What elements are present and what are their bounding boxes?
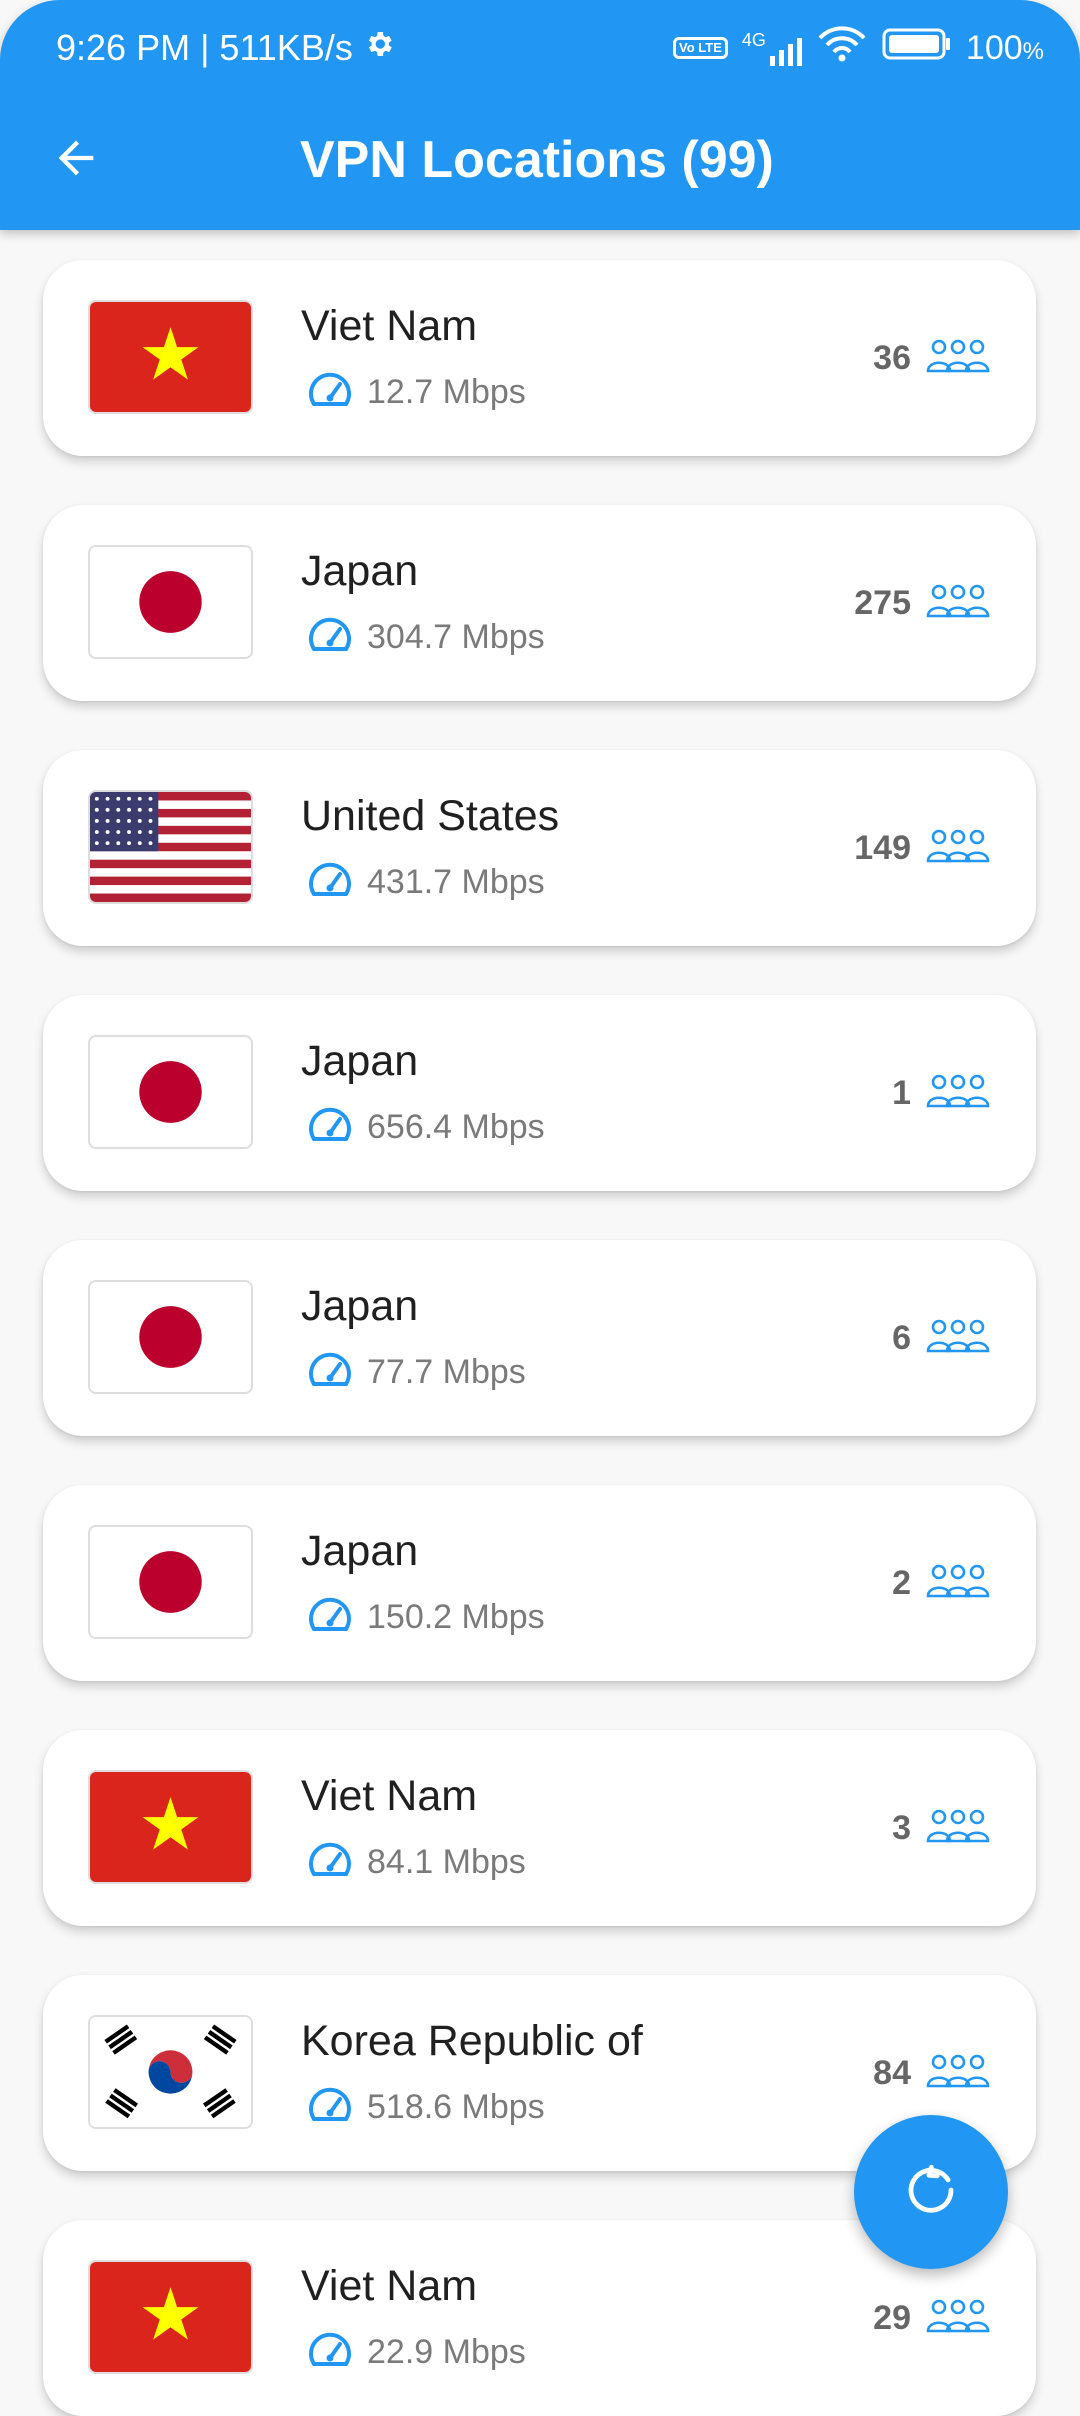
users-group-icon [925, 1318, 991, 1359]
country-name: Viet Nam [301, 2262, 478, 2310]
users-row: 84 [873, 2049, 991, 2097]
server-card[interactable]: Viet Nam 12.7 Mbps 36 [43, 260, 1036, 456]
speed-row: 150.2 Mbps [305, 1593, 545, 1641]
flag-us-icon [88, 790, 253, 904]
speedometer-icon [305, 860, 355, 905]
users-row: 6 [892, 1314, 991, 1362]
speed-value: 431.7 Mbps [367, 862, 545, 901]
users-count: 275 [854, 583, 911, 622]
speedometer-icon [305, 2085, 355, 2130]
arrow-left-icon [50, 132, 102, 189]
speed-row: 12.7 Mbps [305, 368, 526, 416]
users-count: 3 [892, 1808, 911, 1847]
server-card[interactable]: Japan 304.7 Mbps 275 [43, 505, 1036, 701]
users-group-icon [925, 1563, 991, 1604]
back-button[interactable] [36, 120, 116, 200]
speed-value: 12.7 Mbps [367, 372, 526, 411]
network-type-label: 4G [741, 30, 766, 50]
flag-vn-icon [88, 300, 253, 414]
users-group-icon [925, 2053, 991, 2094]
country-name: Viet Nam [301, 302, 478, 350]
country-name: Japan [301, 1037, 419, 1085]
flag-vn-icon [88, 2260, 253, 2374]
speed-row: 84.1 Mbps [305, 1838, 526, 1886]
refresh-button[interactable] [854, 2115, 1008, 2269]
flag-vn-icon [88, 1770, 253, 1884]
speed-value: 518.6 Mbps [367, 2087, 545, 2126]
status-bar: 9:26 PM | 511KB/s Vo LTE 4G 100% [56, 20, 1044, 76]
speed-value: 656.4 Mbps [367, 1107, 545, 1146]
server-card[interactable]: Japan 150.2 Mbps 2 [43, 1485, 1036, 1681]
signal-icon: 4G [742, 30, 802, 66]
server-card[interactable]: Japan 656.4 Mbps 1 [43, 995, 1036, 1191]
toolbar: VPN Locations (99) [0, 110, 1080, 200]
users-row: 3 [892, 1804, 991, 1852]
speedometer-icon [305, 615, 355, 660]
speed-row: 518.6 Mbps [305, 2083, 545, 2131]
users-count: 149 [854, 828, 911, 867]
users-row: 275 [854, 579, 991, 627]
speed-value: 77.7 Mbps [367, 1352, 526, 1391]
speedometer-icon [305, 1350, 355, 1395]
speedometer-icon [305, 370, 355, 415]
users-count: 1 [892, 1073, 911, 1112]
users-group-icon [925, 583, 991, 624]
users-group-icon [925, 1073, 991, 1114]
users-row: 149 [854, 824, 991, 872]
server-card[interactable]: United States 431.7 Mbps 149 [43, 750, 1036, 946]
flag-jp-icon [88, 1525, 253, 1639]
users-group-icon [925, 828, 991, 869]
battery-percent: 100% [965, 28, 1044, 67]
app-bar: 9:26 PM | 511KB/s Vo LTE 4G 100% VPN Loc… [0, 0, 1080, 230]
server-card[interactable]: Japan 77.7 Mbps 6 [43, 1240, 1036, 1436]
speed-row: 77.7 Mbps [305, 1348, 526, 1396]
users-count: 29 [873, 2298, 911, 2337]
speed-row: 431.7 Mbps [305, 858, 545, 906]
speed-row: 22.9 Mbps [305, 2328, 526, 2376]
country-name: Japan [301, 1282, 419, 1330]
speed-value: 150.2 Mbps [367, 1597, 545, 1636]
speed-value: 304.7 Mbps [367, 617, 545, 656]
users-count: 36 [873, 338, 911, 377]
country-name: United States [301, 792, 560, 840]
server-card[interactable]: Viet Nam 84.1 Mbps 3 [43, 1730, 1036, 1926]
speedometer-icon [305, 1595, 355, 1640]
flag-kr-icon [88, 2015, 253, 2129]
status-time-speed: 9:26 PM | 511KB/s [56, 27, 353, 68]
users-row: 2 [892, 1559, 991, 1607]
users-row: 1 [892, 1069, 991, 1117]
country-name: Korea Republic of [301, 2017, 643, 2065]
speed-value: 22.9 Mbps [367, 2332, 526, 2371]
refresh-icon [899, 2158, 963, 2227]
speed-row: 304.7 Mbps [305, 613, 545, 661]
users-row: 36 [873, 334, 991, 382]
page-title: VPN Locations (99) [300, 131, 774, 189]
users-group-icon [925, 2298, 991, 2339]
speedometer-icon [305, 2330, 355, 2375]
users-count: 84 [873, 2053, 911, 2092]
flag-jp-icon [88, 1280, 253, 1394]
users-count: 6 [892, 1318, 911, 1357]
speedometer-icon [305, 1105, 355, 1150]
speed-value: 84.1 Mbps [367, 1842, 526, 1881]
volte-icon: Vo LTE [673, 37, 728, 59]
wifi-icon [816, 24, 868, 73]
country-name: Viet Nam [301, 1772, 478, 1820]
country-name: Japan [301, 547, 419, 595]
speed-row: 656.4 Mbps [305, 1103, 545, 1151]
settings-gear-icon [363, 27, 395, 69]
flag-jp-icon [88, 1035, 253, 1149]
server-list: Viet Nam 12.7 Mbps 36 Japan 304.7 Mbps 275 Uni… [0, 0, 1080, 2416]
country-name: Japan [301, 1527, 419, 1575]
users-group-icon [925, 1808, 991, 1849]
users-group-icon [925, 338, 991, 379]
users-count: 2 [892, 1563, 911, 1602]
users-row: 29 [873, 2294, 991, 2342]
battery-icon [882, 27, 952, 70]
speedometer-icon [305, 1840, 355, 1885]
flag-jp-icon [88, 545, 253, 659]
